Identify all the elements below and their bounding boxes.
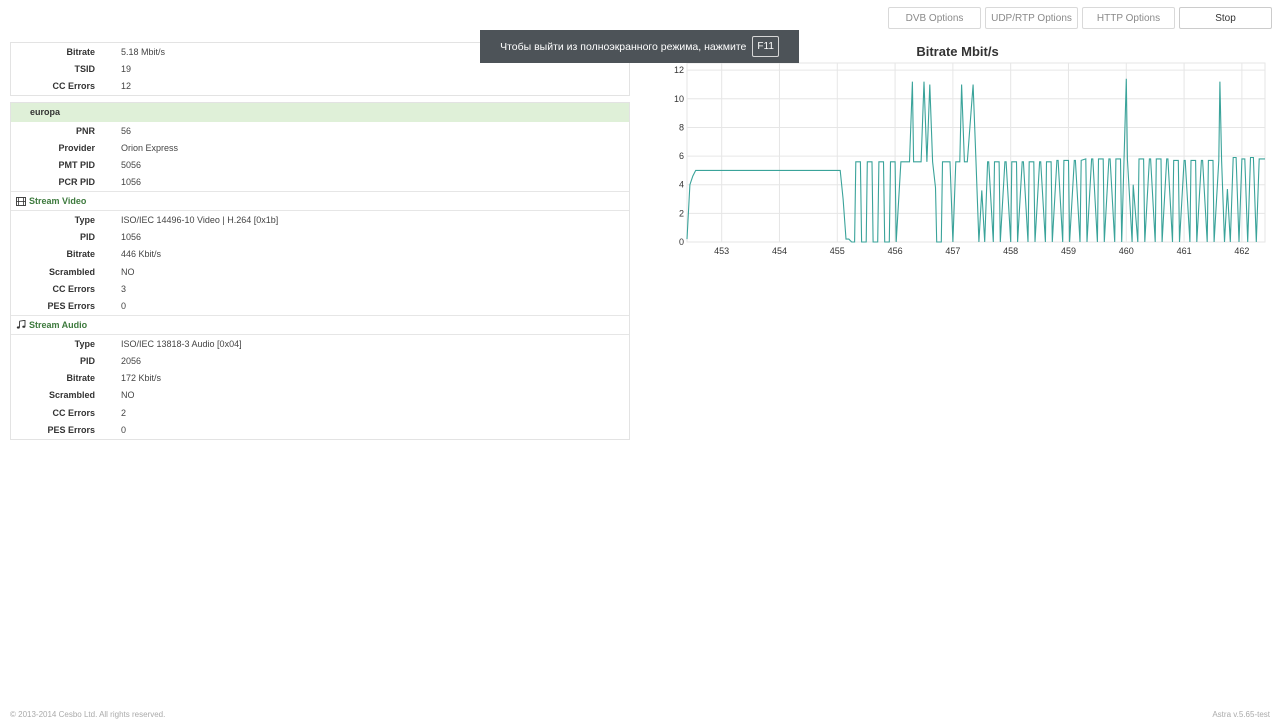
x-tick-label: 453 bbox=[714, 246, 729, 256]
stop-button[interactable]: Stop bbox=[1179, 7, 1272, 29]
stream-video-title: Stream Video bbox=[29, 196, 87, 207]
toolbar: DVB Options UDP/RTP Options HTTP Options… bbox=[888, 7, 1272, 29]
info-row: CC Errors 2 bbox=[11, 404, 629, 421]
x-tick-label: 459 bbox=[1061, 246, 1076, 256]
x-tick-label: 458 bbox=[1003, 246, 1018, 256]
y-tick-label: 0 bbox=[679, 237, 684, 247]
http-options-button[interactable]: HTTP Options bbox=[1082, 7, 1175, 29]
stream-video-header: Stream Video bbox=[11, 191, 629, 212]
field-value: 12 bbox=[121, 81, 132, 92]
field-label: CC Errors bbox=[52, 81, 95, 92]
info-row: Type ISO/IEC 14496-10 Video | H.264 [0x1b… bbox=[11, 211, 629, 228]
film-icon bbox=[16, 196, 26, 206]
field-label: Type bbox=[74, 214, 95, 225]
field-label: Bitrate bbox=[66, 373, 95, 384]
field-value: 0 bbox=[121, 301, 127, 312]
copyright-text: © 2013-2014 Cesbo Ltd. All rights reserv… bbox=[10, 710, 166, 719]
program-name: europa bbox=[11, 102, 629, 122]
version-text: Astra v.5.65-test bbox=[1212, 710, 1270, 719]
y-tick-label: 12 bbox=[674, 65, 684, 75]
info-row: Scrambled NO bbox=[11, 263, 629, 280]
info-row: PID 2056 bbox=[11, 352, 629, 369]
x-tick-label: 456 bbox=[888, 246, 903, 256]
y-tick-label: 10 bbox=[674, 94, 684, 104]
bitrate-series-line bbox=[686, 78, 1265, 243]
stream-info-panel: Bitrate 5.18 Mbit/s TSID 19 CC Errors 12 eu… bbox=[10, 42, 630, 440]
field-value: 1056 bbox=[121, 232, 142, 243]
bitrate-chart-svg: 0 2 4 6 8 10 12 453 454 455 456 457 458 459 460 461 462 bbox=[674, 62, 1266, 256]
fullscreen-notice-text: Чтобы выйти из полноэкранного режима, на… bbox=[500, 40, 747, 53]
field-value: 0 bbox=[121, 424, 127, 435]
music-icon bbox=[16, 320, 26, 329]
info-row: Bitrate 172 Kbit/s bbox=[11, 369, 629, 386]
field-value: ISO/IEC 13818-3 Audio [0x04] bbox=[121, 338, 242, 349]
field-label: CC Errors bbox=[52, 283, 95, 294]
field-label: PCR PID bbox=[58, 177, 95, 188]
udp-rtp-options-button[interactable]: UDP/RTP Options bbox=[985, 7, 1078, 29]
info-row: Type ISO/IEC 13818-3 Audio [0x04] bbox=[11, 335, 629, 352]
field-value: 5.18 Mbit/s bbox=[121, 46, 166, 57]
x-tick-label: 457 bbox=[945, 246, 960, 256]
field-label: PMT PID bbox=[58, 160, 95, 171]
field-value: 1056 bbox=[121, 177, 142, 188]
field-label: Scrambled bbox=[48, 390, 95, 401]
field-value: Orion Express bbox=[121, 142, 179, 153]
info-row: PNR 56 bbox=[11, 122, 629, 139]
stream-audio-title: Stream Audio bbox=[29, 319, 88, 330]
field-label: TSID bbox=[74, 63, 95, 74]
info-row: Bitrate 446 Kbit/s bbox=[11, 246, 629, 263]
info-row: Scrambled NO bbox=[11, 387, 629, 404]
field-label: CC Errors bbox=[52, 407, 95, 418]
field-label: PNR bbox=[75, 125, 95, 136]
field-value: NO bbox=[121, 390, 135, 401]
f11-key-badge: F11 bbox=[752, 36, 779, 57]
field-value: ISO/IEC 14496-10 Video | H.264 [0x1b] bbox=[121, 214, 279, 225]
info-row: Provider Orion Express bbox=[11, 139, 629, 156]
field-label: PES Errors bbox=[47, 424, 95, 435]
info-row: CC Errors 12 bbox=[11, 78, 629, 95]
info-row: PMT PID 5056 bbox=[11, 156, 629, 173]
field-value: NO bbox=[121, 266, 135, 277]
x-tick-label: 461 bbox=[1177, 246, 1192, 256]
y-tick-label: 2 bbox=[679, 208, 684, 218]
field-value: 2056 bbox=[121, 355, 142, 366]
y-tick-label: 6 bbox=[679, 151, 684, 161]
field-label: Bitrate bbox=[66, 249, 95, 260]
info-row: PES Errors 0 bbox=[11, 421, 629, 438]
field-label: Type bbox=[74, 338, 95, 349]
x-tick-label: 462 bbox=[1234, 246, 1249, 256]
field-value: 3 bbox=[121, 283, 127, 294]
info-row: CC Errors 3 bbox=[11, 280, 629, 297]
program-info-box: europa PNR 56 Provider Orion Express PMT P… bbox=[10, 101, 630, 440]
field-label: PES Errors bbox=[47, 301, 95, 312]
dvb-options-button[interactable]: DVB Options bbox=[888, 7, 981, 29]
field-value: 2 bbox=[121, 407, 127, 418]
field-value: 5056 bbox=[121, 160, 142, 171]
field-value: 56 bbox=[121, 125, 132, 136]
field-value: 446 Kbit/s bbox=[121, 249, 162, 260]
field-label: Provider bbox=[58, 142, 95, 153]
y-tick-label: 4 bbox=[679, 180, 684, 190]
x-tick-label: 454 bbox=[772, 246, 787, 256]
info-row: PCR PID 1056 bbox=[11, 174, 629, 191]
x-tick-label: 460 bbox=[1119, 246, 1134, 256]
field-label: Bitrate bbox=[66, 46, 95, 57]
info-row: PID 1056 bbox=[11, 228, 629, 245]
field-value: 172 Kbit/s bbox=[121, 373, 162, 384]
stream-audio-header: Stream Audio bbox=[11, 314, 629, 335]
y-tick-label: 8 bbox=[679, 122, 684, 132]
fullscreen-notice: Чтобы выйти из полноэкранного режима, на… bbox=[480, 30, 799, 63]
field-label: PID bbox=[79, 232, 95, 243]
field-value: 19 bbox=[121, 63, 132, 74]
field-label: Scrambled bbox=[48, 266, 95, 277]
x-tick-label: 455 bbox=[830, 246, 845, 256]
info-row: PES Errors 0 bbox=[11, 298, 629, 315]
bitrate-chart: Bitrate Mbit/s 0 2 4 6 8 10 12 453 454 455 456 457 4… bbox=[665, 40, 1275, 265]
field-label: PID bbox=[79, 355, 95, 366]
